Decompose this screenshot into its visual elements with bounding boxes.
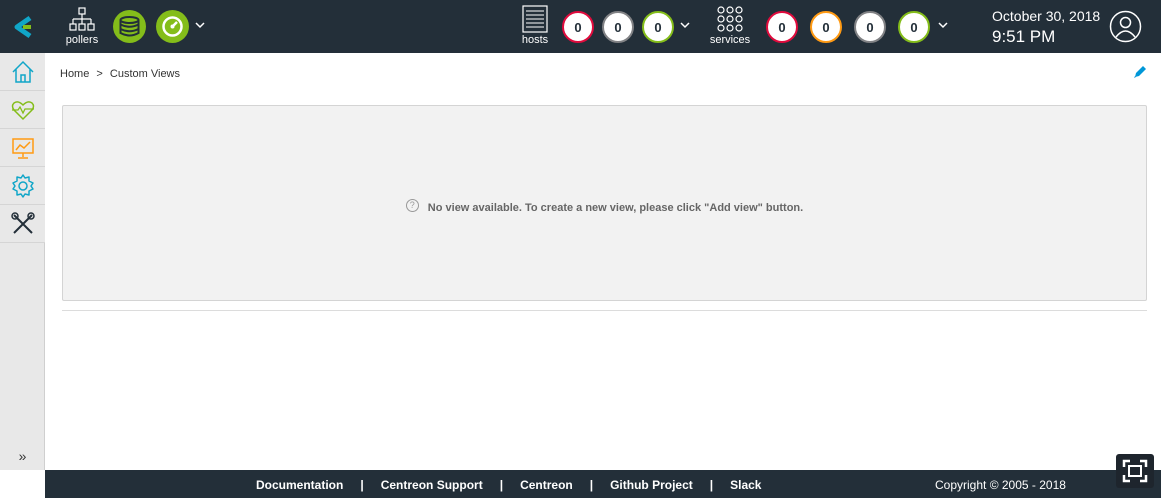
top-header: pollers hosts 0 0 0 services 0 0 0 0 Oct… [0,0,1161,53]
latency-status-button[interactable] [156,10,189,43]
hosts-up-count[interactable]: 0 [642,11,674,43]
edit-pencil-icon[interactable] [1132,64,1148,80]
footer-separator: | [709,478,714,492]
hosts-unreachable-count[interactable]: 0 [602,11,634,43]
user-profile-icon[interactable] [1109,10,1142,43]
content-divider [62,310,1147,311]
sidebar-item-reporting[interactable] [0,129,45,167]
application-window: { "header": { "pollers_label": "pollers"… [0,0,1161,498]
centreon-logo-icon [14,15,31,38]
hosts-chevron-down-icon[interactable] [678,18,692,32]
footer-link-centreon-support[interactable]: Centreon Support [381,478,483,492]
sidebar-expand-button[interactable]: » [0,442,45,470]
no-view-message-text: No view available. To create a new view,… [427,202,804,214]
footer: Documentation | Centreon Support | Centr… [45,470,1161,498]
clock: October 30, 2018 9:51 PM [992,8,1100,47]
hosts-down-count[interactable]: 0 [562,11,594,43]
footer-link-github-project[interactable]: Github Project [610,478,693,492]
services-grid-icon [717,6,743,32]
gauge-icon [162,16,183,37]
services-critical-count[interactable]: 0 [766,11,798,43]
footer-separator: | [360,478,364,492]
pollers-label: pollers [65,34,99,46]
database-icon [119,16,140,37]
pollers-button[interactable]: pollers [60,5,104,49]
reporting-chart-icon [11,137,34,159]
centreon-logo[interactable] [0,0,45,53]
hosts-label: hosts [521,34,549,46]
footer-link-centreon[interactable]: Centreon [520,478,573,492]
services-unknown-count[interactable]: 0 [854,11,886,43]
no-view-message: ? No view available. To create a new view… [63,199,1146,214]
services-warning-count[interactable]: 0 [810,11,842,43]
sidebar-item-monitoring[interactable] [0,91,45,129]
breadcrumb-home-link[interactable]: Home [60,68,89,80]
current-date: October 30, 2018 [992,8,1101,24]
footer-links: Documentation | Centreon Support | Centr… [256,478,761,492]
server-icon [522,5,548,33]
administration-tools-icon [10,211,35,234]
breadcrumb-current[interactable]: Custom Views [110,68,180,80]
current-time: 9:51 PM [992,27,1056,46]
sidebar-item-administration[interactable] [0,205,45,243]
custom-views-panel: ? No view available. To create a new view… [62,105,1147,301]
home-icon [11,60,34,83]
left-sidebar: » [0,53,45,470]
pollers-chevron-down-icon[interactable] [193,18,207,32]
services-label: services [709,34,751,46]
footer-link-documentation[interactable]: Documentation [256,478,343,492]
monitoring-heart-icon [11,100,34,120]
services-button[interactable]: services [708,5,752,49]
sidebar-item-configuration[interactable] [0,167,45,205]
help-question-icon: ? [405,199,419,212]
services-chevron-down-icon[interactable] [936,18,950,32]
breadcrumb-separator: > [96,68,103,80]
services-ok-count[interactable]: 0 [898,11,930,43]
hosts-button[interactable]: hosts [516,5,554,49]
pollers-icon [69,7,95,31]
breadcrumb: Home > Custom Views [60,68,184,80]
footer-separator: | [589,478,594,492]
footer-separator: | [499,478,504,492]
configuration-gear-icon [11,173,34,198]
database-status-button[interactable] [113,10,146,43]
footer-link-slack[interactable]: Slack [730,478,761,492]
fullscreen-button[interactable] [1116,454,1154,488]
sidebar-item-home[interactable] [0,53,45,91]
copyright: Copyright © 2005 - 2018 [935,478,1066,492]
fullscreen-icon [1122,459,1148,483]
